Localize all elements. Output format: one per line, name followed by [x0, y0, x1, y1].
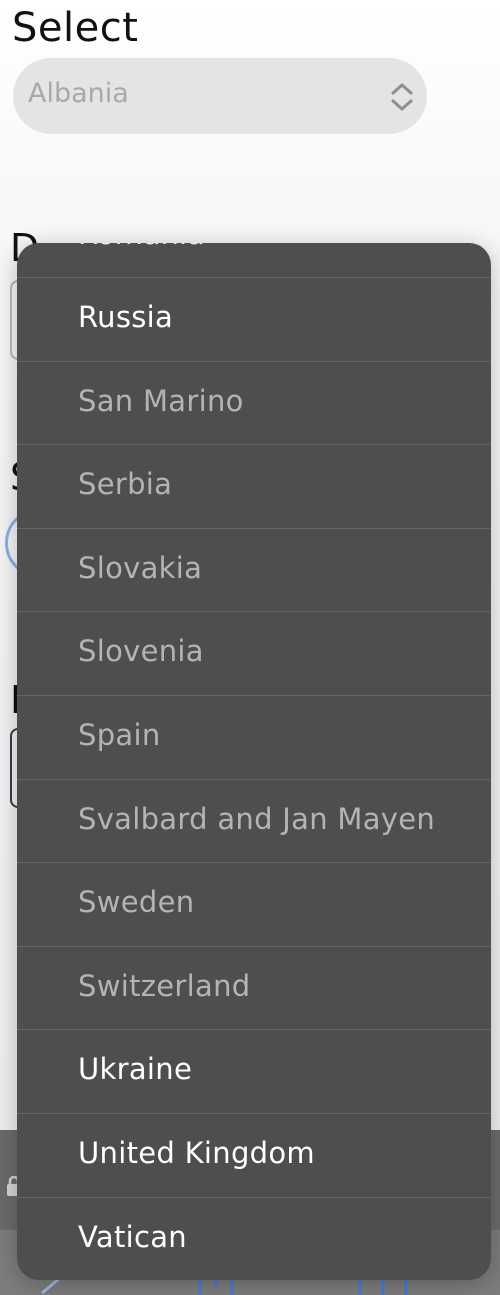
dropdown-option-label: Switzerland — [78, 968, 251, 1003]
dropdown-option-label: Slovenia — [78, 634, 204, 669]
dropdown-option-label: Russia — [78, 300, 174, 334]
dropdown-option[interactable]: United Kingdom — [17, 1112, 491, 1197]
dropdown-option-label: Ukraine — [78, 1052, 193, 1087]
select-value: Albania — [28, 78, 129, 109]
dropdown-option: Serbia — [17, 444, 491, 528]
dropdown-option: Slovenia — [17, 611, 491, 695]
dropdown-option-label: Vatican — [78, 1219, 187, 1254]
dropdown-option[interactable]: Russia — [17, 277, 491, 361]
dropdown-option: San Marino — [17, 360, 491, 445]
country-select[interactable]: Albania — [13, 58, 427, 134]
dropdown-option-partial[interactable]: Romania — [78, 243, 205, 251]
dropdown-option-label: Svalbard and Jan Mayen — [78, 801, 436, 836]
dropdown-option: Spain — [17, 694, 491, 779]
dropdown-option: Slovakia — [17, 527, 491, 612]
dropdown-option: Switzerland — [17, 945, 491, 1030]
dropdown-option-label: Spain — [78, 717, 161, 752]
country-dropdown-list[interactable]: Romania Russia San Marino Serbia Slovaki… — [17, 243, 491, 1280]
dropdown-option-label: Slovakia — [78, 550, 203, 585]
dropdown-option: Svalbard and Jan Mayen — [17, 778, 491, 863]
dropdown-option-label: Serbia — [78, 467, 173, 502]
dropdown-option[interactable]: Ukraine — [17, 1029, 491, 1113]
dropdown-option-label: United Kingdom — [78, 1135, 315, 1170]
chevron-up-down-icon — [391, 83, 413, 111]
dropdown-option: Sweden — [17, 862, 491, 946]
dropdown-option-label: San Marino — [78, 383, 244, 418]
dropdown-options: Russia San Marino Serbia Slovakia Sloven… — [17, 277, 491, 1280]
dropdown-option-label: Sweden — [78, 885, 195, 920]
page-title: Select — [12, 5, 139, 51]
dropdown-option[interactable]: Vatican — [17, 1196, 491, 1280]
